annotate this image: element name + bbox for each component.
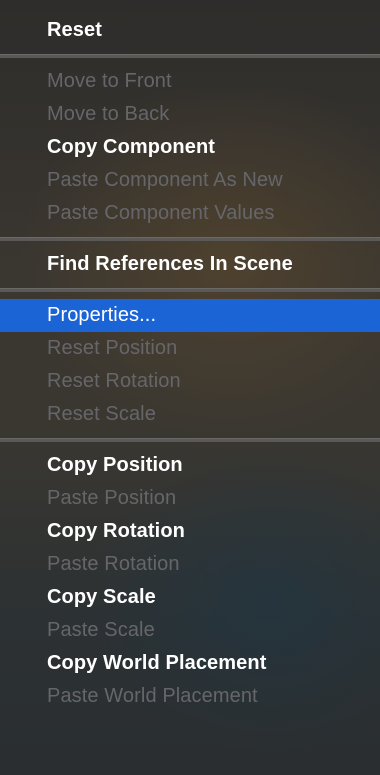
menu-item-copy-position[interactable]: Copy Position: [0, 449, 380, 482]
menu-item-paste-scale: Paste Scale: [47, 619, 155, 641]
menu-item-find-references-in-scene[interactable]: Find References In Scene: [0, 248, 380, 281]
menu-item-properties[interactable]: Properties...: [0, 299, 380, 332]
menu-item-move-to-back: Move to Back: [47, 103, 170, 125]
menu-item-paste-position: Paste Position: [47, 487, 177, 509]
menu-item-copy-rotation[interactable]: Copy Rotation: [0, 515, 380, 548]
context-menu: Reset Move to Front Move to Back Copy Co…: [0, 0, 380, 775]
menu-item-paste-component-as-new: Paste Component As New: [47, 169, 283, 191]
menu-item-reset-scale: Reset Scale: [47, 403, 156, 425]
menu-item-copy-component[interactable]: Copy Component: [0, 131, 380, 164]
menu-item-paste-rotation: Paste Rotation: [47, 553, 180, 575]
menu-item-copy-world-placement[interactable]: Copy World Placement: [0, 647, 380, 680]
menu-separator: [0, 431, 380, 449]
menu-separator: [0, 47, 380, 65]
menu-separator: [0, 281, 380, 299]
menu-item-reset-position: Reset Position: [47, 337, 178, 359]
menu-separator: [0, 230, 380, 248]
menu-item-paste-world-placement: Paste World Placement: [47, 685, 258, 707]
menu-item-paste-component-values: Paste Component Values: [47, 202, 275, 224]
menu-item-copy-scale[interactable]: Copy Scale: [0, 581, 380, 614]
menu-item-reset[interactable]: Reset: [0, 14, 380, 47]
menu-item-move-to-front: Move to Front: [47, 70, 172, 92]
menu-item-reset-rotation: Reset Rotation: [47, 370, 181, 392]
